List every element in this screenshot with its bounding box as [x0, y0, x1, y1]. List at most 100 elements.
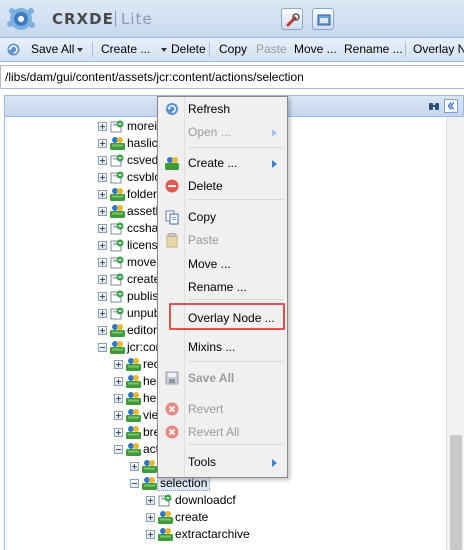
save-all-button[interactable]: Save All — [31, 42, 74, 56]
save-all-dropdown-icon[interactable] — [77, 48, 83, 52]
tree-node-label[interactable]: assetl — [127, 204, 158, 218]
tree-node-label[interactable]: publis — [127, 289, 158, 303]
node-icon — [109, 237, 126, 253]
menu-item-label: Copy — [188, 210, 217, 224]
expand-icon[interactable] — [114, 428, 123, 437]
expand-icon[interactable] — [130, 462, 139, 471]
folder-node-icon — [125, 356, 142, 372]
expand-icon[interactable] — [146, 513, 155, 522]
menu-item-tools[interactable]: Tools — [158, 451, 287, 473]
menu-separator — [188, 299, 284, 300]
toolbar-divider — [92, 42, 93, 57]
expand-icon[interactable] — [146, 496, 155, 505]
collapse-icon[interactable] — [114, 445, 123, 454]
folder-node-icon — [141, 458, 158, 474]
menu-item-mixins[interactable]: Mixins ... — [158, 336, 287, 358]
tree-node-label[interactable]: unpub — [127, 306, 160, 320]
expand-icon[interactable] — [114, 360, 123, 369]
expand-icon[interactable] — [98, 190, 107, 199]
tree-node-label[interactable]: folder — [127, 187, 157, 201]
folder-node-icon — [109, 135, 126, 151]
expand-icon[interactable] — [98, 156, 107, 165]
menu-item-revert[interactable]: Revert — [158, 398, 287, 420]
path-input-value[interactable]: /libs/dam/gui/content/assets/jcr:content… — [5, 70, 304, 84]
tree-node-label[interactable]: licens — [127, 238, 158, 252]
revert-all-icon — [164, 424, 180, 440]
menu-item-rename[interactable]: Rename ... — [158, 276, 287, 298]
collapse-icon[interactable] — [130, 479, 139, 488]
expand-icon[interactable] — [98, 258, 107, 267]
expand-icon[interactable] — [98, 122, 107, 131]
menu-item-label: Revert — [188, 402, 224, 416]
move-button[interactable]: Move ... — [294, 42, 337, 56]
menu-item-save-all[interactable]: Save All — [158, 367, 287, 389]
tree-node-label[interactable]: editor — [127, 323, 157, 337]
copy-button[interactable]: Copy — [219, 42, 247, 56]
delete-icon — [164, 178, 180, 194]
delete-button[interactable]: Delete — [171, 42, 206, 56]
menu-item-copy[interactable]: Copy — [158, 206, 287, 228]
collapse-panel-icon[interactable] — [444, 99, 458, 113]
expand-icon[interactable] — [114, 377, 123, 386]
folder-node-icon — [109, 322, 126, 338]
menu-item-refresh[interactable]: Refresh — [158, 98, 287, 120]
tree-node-label[interactable]: ccsha — [127, 221, 158, 235]
expand-icon[interactable] — [146, 530, 155, 539]
node-icon — [109, 271, 126, 287]
expand-icon[interactable] — [98, 275, 107, 284]
tree-node-label[interactable]: moreir — [127, 119, 161, 133]
tree-node-label[interactable]: extractarchive — [175, 527, 250, 541]
crxde-lite-window: CRXDE Lite Save All Create ... Delete Co… — [0, 0, 464, 550]
paste-button[interactable]: Paste — [256, 42, 287, 56]
expand-icon[interactable] — [98, 224, 107, 233]
menu-item-open[interactable]: Open ... — [158, 121, 287, 143]
menu-item-move[interactable]: Move ... — [158, 253, 287, 275]
menu-item-create[interactable]: Create ... — [158, 152, 287, 174]
tree-node-label[interactable]: create — [175, 510, 208, 524]
node-icon — [109, 254, 126, 270]
tree-node-label[interactable]: he — [143, 391, 156, 405]
expand-icon[interactable] — [98, 207, 107, 216]
scrollbar-thumb[interactable] — [450, 435, 462, 550]
collapse-icon[interactable] — [98, 343, 107, 352]
create-dropdown-icon[interactable] — [161, 48, 167, 52]
tree-node-label[interactable]: create — [127, 272, 160, 286]
refresh-icon[interactable] — [5, 41, 22, 58]
tree-node-label[interactable]: downloadcf — [175, 493, 236, 507]
menu-item-label: Create ... — [188, 156, 238, 170]
menu-item-revert-all[interactable]: Revert All — [158, 421, 287, 443]
menu-item-paste[interactable]: Paste — [158, 229, 287, 251]
copy-icon — [164, 209, 180, 225]
node-icon — [109, 118, 126, 134]
expand-icon[interactable] — [98, 139, 107, 148]
preferences-button[interactable] — [312, 8, 334, 30]
folder-node-icon — [141, 475, 158, 491]
node-icon — [109, 288, 126, 304]
expand-icon[interactable] — [114, 411, 123, 420]
overlay-node-button[interactable]: Overlay No — [413, 42, 464, 56]
menu-item-label: Mixins ... — [188, 340, 236, 354]
menu-separator — [188, 147, 284, 148]
menu-item-delete[interactable]: Delete — [158, 175, 287, 197]
revert-icon — [164, 401, 180, 417]
binoculars-icon[interactable] — [427, 99, 441, 113]
tools-button[interactable] — [281, 8, 303, 30]
expand-icon[interactable] — [98, 292, 107, 301]
tree-node-label[interactable]: haslic — [127, 136, 158, 150]
logo-divider — [115, 11, 116, 27]
rename-button[interactable]: Rename ... — [344, 42, 403, 56]
tree-node-label[interactable]: csvblc — [127, 170, 160, 184]
expand-icon[interactable] — [98, 173, 107, 182]
path-field[interactable]: /libs/dam/gui/content/assets/jcr:content… — [0, 65, 464, 89]
expand-icon[interactable] — [114, 394, 123, 403]
expand-icon[interactable] — [98, 309, 107, 318]
tree-node-label[interactable]: csved — [127, 153, 158, 167]
create-button[interactable]: Create ... — [101, 42, 150, 56]
submenu-arrow-icon — [272, 459, 277, 467]
tree-scrollbar[interactable] — [446, 117, 464, 550]
tree-node-label[interactable]: jcr:cor — [127, 340, 160, 354]
tree-node-label[interactable]: he — [143, 374, 156, 388]
expand-icon[interactable] — [98, 241, 107, 250]
expand-icon[interactable] — [98, 326, 107, 335]
menu-item-label: Revert All — [188, 425, 240, 439]
